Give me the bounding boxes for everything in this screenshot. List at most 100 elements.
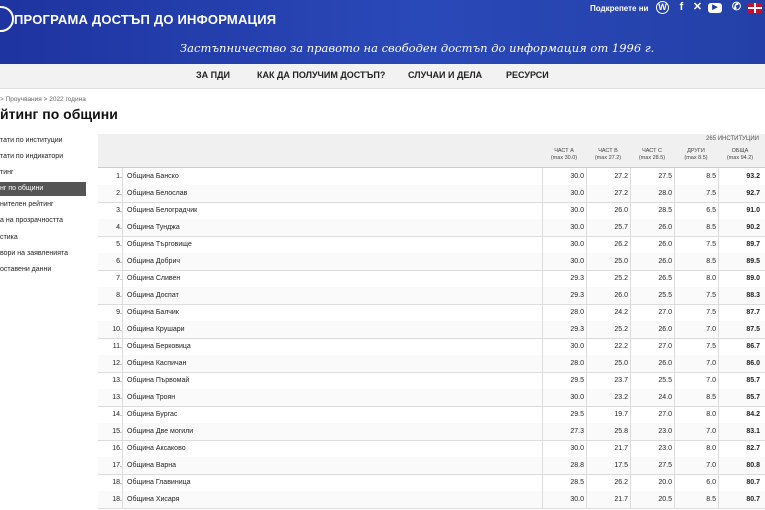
sidebar-item[interactable]: стика	[0, 231, 86, 245]
cell-name[interactable]: Община Балчик	[122, 304, 547, 321]
cell-c-text: 28.0	[658, 190, 672, 197]
cell-name[interactable]: Община Първомай	[122, 372, 547, 389]
cell-b: 25.0	[586, 253, 631, 270]
cell-c-text: 27.0	[658, 411, 672, 418]
nav-item-access[interactable]: КАК ДА ПОЛУЧИМ ДОСТЪП?	[257, 70, 385, 80]
cell-name[interactable]: Община Белослав	[122, 185, 547, 202]
nav-item-cases[interactable]: СЛУЧАИ И ДЕЛА	[408, 70, 482, 80]
cell-t-text: 84.2	[746, 411, 760, 418]
cell-name[interactable]: Община Две могили	[122, 423, 547, 440]
cell-t-text: 93.2	[746, 173, 760, 180]
cell-t: 83.1	[718, 423, 763, 440]
cell-name[interactable]: Община Белоградчик	[122, 202, 547, 219]
cell-a-text: 30.0	[570, 496, 584, 503]
cell-name[interactable]: Община Хисаря	[122, 491, 547, 508]
sidebar-item[interactable]: тинг	[0, 166, 86, 180]
header-part-c[interactable]: ЧАСТ С (max 28.5)	[630, 148, 674, 162]
cell-name[interactable]: Община Троян	[122, 389, 547, 406]
cell-name[interactable]: Община Банско	[122, 168, 547, 185]
nav-item-about[interactable]: ЗА ПДИ	[196, 70, 230, 80]
cell-t: 86.7	[718, 338, 763, 355]
youtube-icon[interactable]: ▶	[708, 3, 722, 13]
cell-b: 23.2	[586, 389, 631, 406]
cell-name-text: Община Тунджа	[127, 224, 180, 231]
facebook-icon[interactable]: f	[675, 1, 688, 14]
cell-name[interactable]: Община Каспичан	[122, 355, 547, 372]
cell-a: 27.3	[542, 423, 587, 440]
cell-name[interactable]: Община Варна	[122, 457, 547, 474]
phone-icon[interactable]: ✆	[730, 1, 743, 14]
cell-b: 21.7	[586, 440, 631, 457]
cell-b: 23.7	[586, 372, 631, 389]
nav-item-resources[interactable]: РЕСУРСИ	[506, 70, 549, 80]
cell-c: 28.0	[630, 185, 675, 202]
sidebar-item[interactable]: тати по индикатори	[0, 150, 86, 164]
cell-name[interactable]: Община Главиница	[122, 474, 547, 491]
cell-t-text: 92.7	[746, 190, 760, 197]
cell-a-text: 29.3	[570, 275, 584, 282]
sidebar-item[interactable]: вори на заявленията	[0, 247, 86, 261]
cell-t-text: 85.7	[746, 377, 760, 384]
twitter-icon[interactable]: ✕	[691, 1, 704, 14]
cell-b-text: 19.7	[614, 411, 628, 418]
table-row: 15. Община Две могили 27.3 25.8 23.0 7.0 83.1	[98, 423, 765, 441]
main-nav: ЗА ПДИ КАК ДА ПОЛУЧИМ ДОСТЪП? СЛУЧАИ И Д…	[0, 64, 765, 89]
header-total[interactable]: ОБЩА (max 94.2)	[718, 148, 762, 162]
cell-rank: 11.	[98, 338, 122, 355]
table-row: 6. Община Добрич 30.0 25.0 26.0 8.5 89.5	[98, 253, 765, 271]
cell-a-text: 28.0	[570, 360, 584, 367]
cell-name[interactable]: Община Доспат	[122, 287, 547, 304]
cell-name-text: Община Белослав	[127, 190, 188, 197]
cell-a: 29.5	[542, 406, 587, 423]
uk-flag-icon[interactable]	[748, 3, 762, 13]
cell-a-text: 28.5	[570, 479, 584, 486]
cell-name[interactable]: Община Берковица	[122, 338, 547, 355]
cell-o: 7.5	[674, 185, 719, 202]
cell-t: 87.5	[718, 321, 763, 338]
cell-name[interactable]: Община Аксаково	[122, 440, 547, 457]
cell-rank: 18.	[98, 491, 122, 508]
cell-b-text: 27.2	[614, 173, 628, 180]
cell-c-text: 24.0	[658, 394, 672, 401]
cell-b: 25.0	[586, 355, 631, 372]
header-part-a[interactable]: ЧАСТ А (max 30.0)	[542, 148, 586, 162]
wordpress-icon[interactable]: W	[656, 1, 669, 14]
cell-name[interactable]: Община Сливен	[122, 270, 547, 287]
cell-b-text: 17.5	[614, 462, 628, 469]
cell-name[interactable]: Община Крушари	[122, 321, 547, 338]
logo-icon[interactable]	[0, 6, 14, 32]
cell-b-text: 26.0	[614, 292, 628, 299]
cell-o: 7.5	[674, 304, 719, 321]
sidebar-item[interactable]: тати по институции	[0, 134, 86, 148]
cell-name-text: Община Хисаря	[127, 496, 180, 503]
cell-c: 26.0	[630, 321, 675, 338]
cell-name[interactable]: Община Бургас	[122, 406, 547, 423]
cell-name[interactable]: Община Търговище	[122, 236, 547, 253]
sidebar-item[interactable]: а на прозрачността	[0, 214, 86, 228]
cell-b: 25.8	[586, 423, 631, 440]
table-row: 7. Община Сливен 29.3 25.2 26.5 8.0 89.0	[98, 270, 765, 288]
cell-b: 26.2	[586, 474, 631, 491]
header-part-b[interactable]: ЧАСТ В (max 27.2)	[586, 148, 630, 162]
cell-a: 29.3	[542, 270, 587, 287]
sidebar-item-active[interactable]: нг по общини	[0, 182, 86, 196]
cell-rank: 6.	[98, 253, 122, 270]
sidebar-item[interactable]: нителен рейтинг	[0, 198, 86, 212]
cell-name[interactable]: Община Тунджа	[122, 219, 547, 236]
header-other[interactable]: ДРУГИ (max 8.5)	[674, 148, 718, 162]
cell-name[interactable]: Община Добрич	[122, 253, 547, 270]
cell-a-text: 30.0	[570, 258, 584, 265]
cell-rank: 7.	[98, 270, 122, 287]
cell-b: 26.2	[586, 236, 631, 253]
cell-o: 7.0	[674, 321, 719, 338]
support-link[interactable]: Подкрепете ни	[590, 4, 648, 13]
sidebar-item[interactable]: оставени данни	[0, 263, 86, 277]
cell-a: 30.0	[542, 389, 587, 406]
cell-rank: 9.	[98, 304, 122, 321]
cell-name-text: Община Варна	[127, 462, 177, 469]
org-name[interactable]: ПРОГРАМА ДОСТЪП ДО ИНФОРМАЦИЯ	[14, 12, 276, 27]
header-max: (max 8.5)	[684, 155, 708, 161]
cell-name-text: Община Троян	[127, 394, 176, 401]
cell-c-text: 27.5	[658, 462, 672, 469]
breadcrumb[interactable]: > Проучвания > 2022 година	[0, 96, 86, 103]
